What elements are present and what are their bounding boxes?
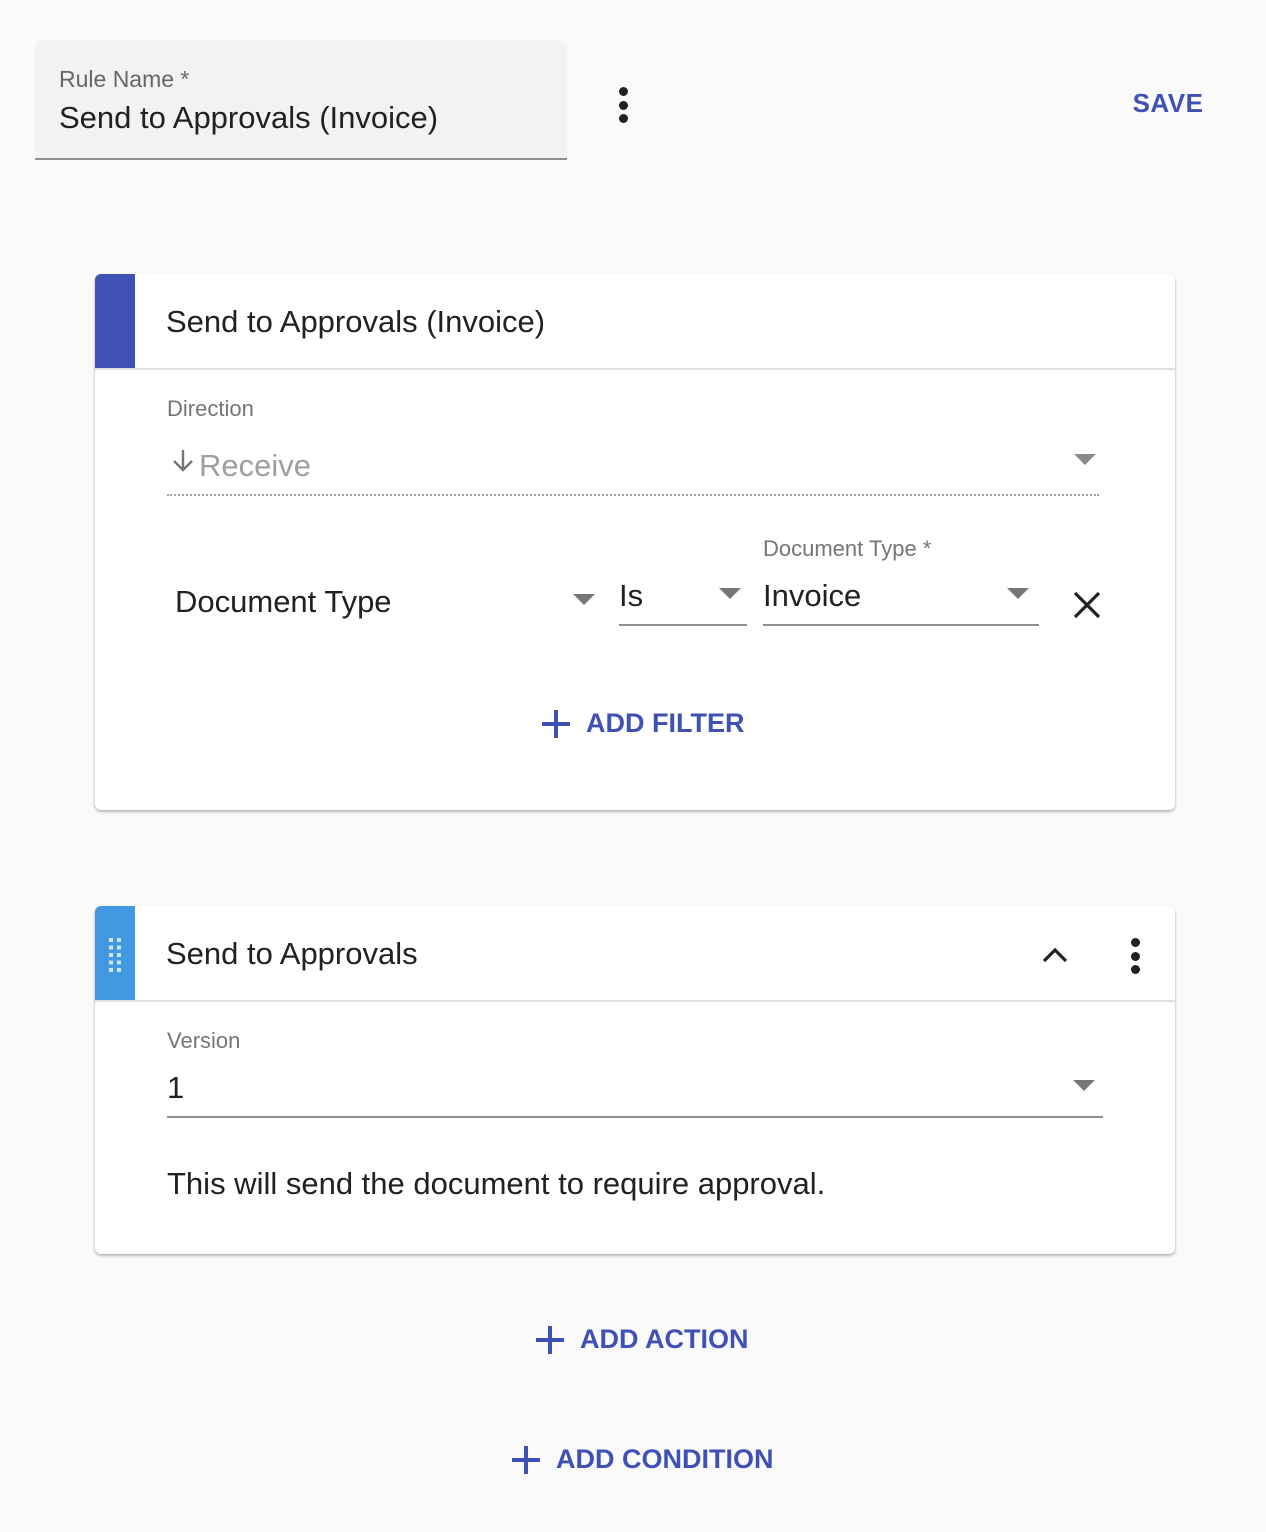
rule-name-label: Rule Name * xyxy=(59,66,190,92)
filter-operator-select[interactable]: Is xyxy=(619,564,747,626)
plus-icon xyxy=(542,709,570,738)
plus-icon xyxy=(536,1325,564,1354)
add-filter-label: ADD FILTER xyxy=(586,708,745,738)
filter-value-label: Document Type * xyxy=(763,536,932,561)
rule-more-menu-button[interactable] xyxy=(617,87,629,123)
action-card-title: Send to Approvals xyxy=(166,936,418,971)
drag-handle[interactable] xyxy=(95,906,135,1000)
more-vert-icon xyxy=(618,87,628,96)
dropdown-arrow-icon xyxy=(719,588,741,599)
filter-field-value: Document Type xyxy=(175,584,392,619)
filter-value: Invoice xyxy=(763,578,862,613)
direction-value: Receive xyxy=(199,448,311,483)
plus-icon xyxy=(512,1445,540,1474)
dropdown-arrow-icon xyxy=(1074,454,1096,465)
condition-card-accent xyxy=(95,274,135,368)
add-filter-button[interactable]: ADD FILTER xyxy=(542,708,744,739)
filter-operator-value: Is xyxy=(619,578,644,613)
rule-name-input[interactable]: Send to Approvals (Invoice) xyxy=(59,100,438,136)
dropdown-arrow-icon xyxy=(1073,1080,1095,1091)
drag-handle-icon xyxy=(109,938,121,972)
action-card: Send to Approvals Version 1 This will se… xyxy=(95,906,1175,1254)
add-action-label: ADD ACTION xyxy=(580,1324,749,1354)
more-vert-icon-dot xyxy=(1130,965,1140,974)
save-button[interactable]: SAVE xyxy=(1118,82,1218,124)
action-description: This will send the document to require a… xyxy=(167,1166,826,1201)
filter-field-select[interactable]: Document Type xyxy=(167,564,601,630)
arrow-down-icon xyxy=(173,450,193,472)
version-select[interactable]: 1 xyxy=(167,1064,1103,1118)
direction-label: Direction xyxy=(167,396,254,421)
add-action-button[interactable]: ADD ACTION xyxy=(536,1324,749,1355)
dropdown-arrow-icon xyxy=(573,594,595,605)
add-condition-button[interactable]: ADD CONDITION xyxy=(512,1444,774,1475)
action-card-header: Send to Approvals xyxy=(95,906,1175,1002)
collapse-chevron-up-icon[interactable] xyxy=(1040,944,1070,964)
more-vert-icon-dot xyxy=(618,114,628,123)
add-condition-label: ADD CONDITION xyxy=(556,1444,774,1474)
more-vert-icon-dot xyxy=(1130,951,1140,961)
version-label: Version xyxy=(167,1028,241,1053)
condition-card-title: Send to Approvals (Invoice) xyxy=(166,304,546,339)
direction-select[interactable]: Receive xyxy=(167,434,1099,496)
version-value: 1 xyxy=(167,1070,185,1105)
more-vert-icon xyxy=(1130,938,1140,947)
rule-name-field[interactable]: Rule Name * Send to Approvals (Invoice) xyxy=(35,40,567,160)
more-vert-icon-dot xyxy=(618,100,628,110)
filter-value-select[interactable]: Invoice xyxy=(763,564,1039,626)
condition-card: Send to Approvals (Invoice) Direction Re… xyxy=(95,274,1175,810)
action-more-menu-button[interactable] xyxy=(1129,938,1141,974)
remove-filter-close-icon[interactable] xyxy=(1072,590,1102,620)
condition-card-header: Send to Approvals (Invoice) xyxy=(95,274,1175,370)
dropdown-arrow-icon xyxy=(1007,588,1029,599)
